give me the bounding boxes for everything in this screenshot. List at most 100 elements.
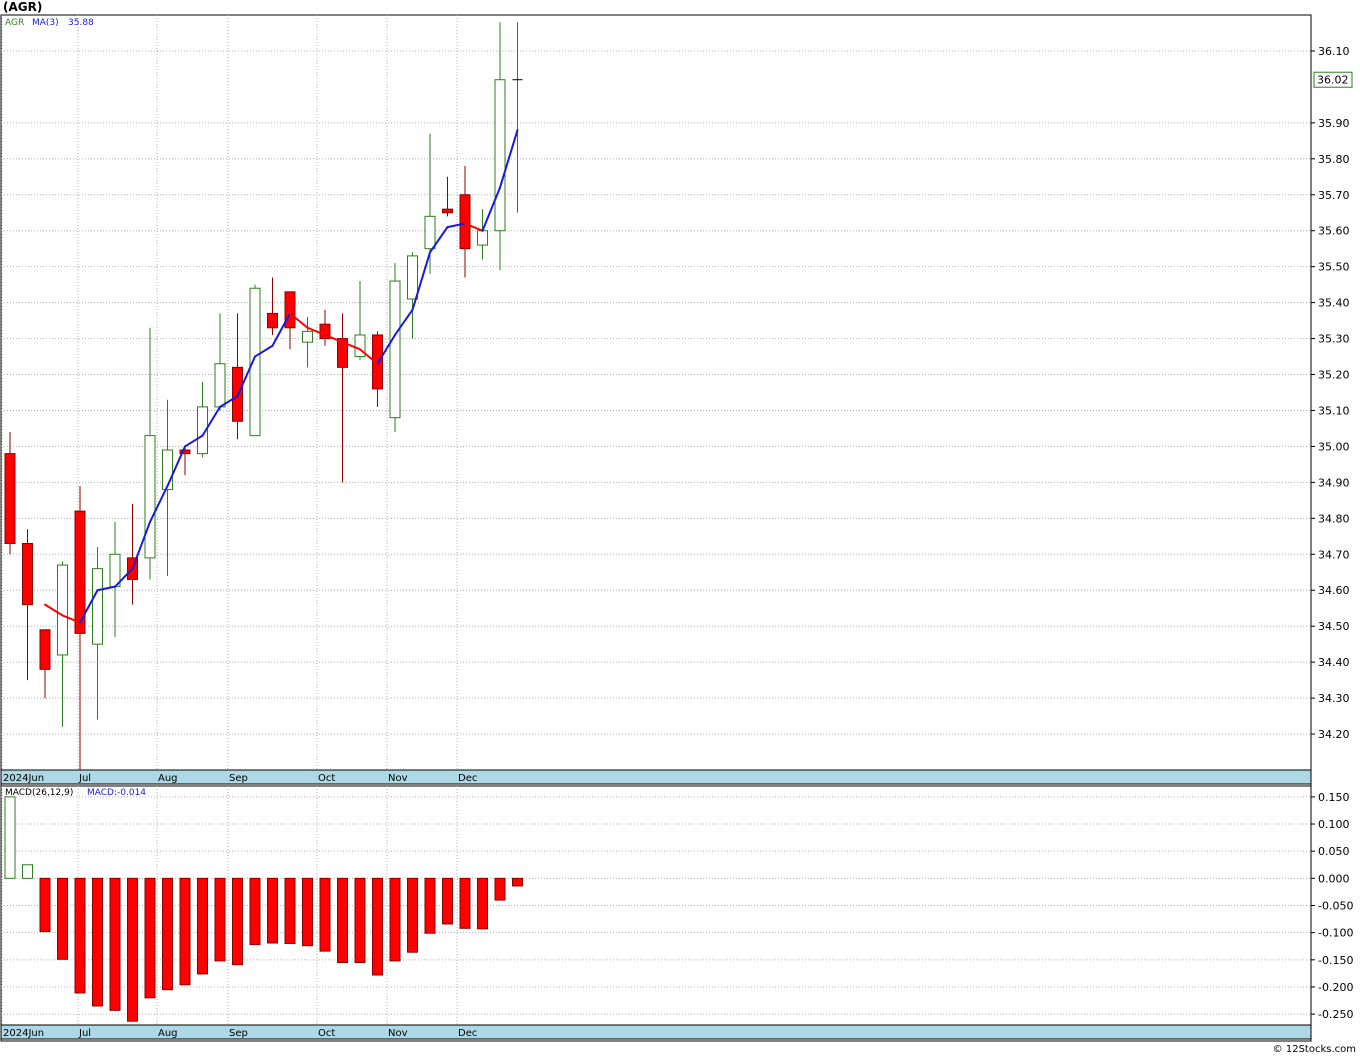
candle-body [22, 543, 33, 606]
macd-bar [109, 877, 121, 1011]
price-y-tick-label: 34.80 [1318, 512, 1350, 525]
macd-x-axis-band [0, 1024, 1312, 1040]
candle-body [459, 194, 471, 250]
macd-bar [372, 877, 383, 976]
macd-y-tick-label: 0.100 [1318, 818, 1350, 831]
macd-bar [354, 877, 366, 964]
price-y-tick-label: 34.70 [1318, 548, 1350, 561]
macd-bar [442, 877, 453, 925]
price-x-tick-label: Jul [78, 773, 91, 784]
macd-y-tick-label: 0.050 [1318, 845, 1350, 858]
macd-bar [57, 877, 68, 960]
price-y-tick-label: 34.60 [1318, 584, 1350, 597]
macd-bar [424, 877, 436, 934]
price-x-tick-label: Aug [158, 773, 178, 784]
macd-bar [319, 877, 331, 952]
price-x-tick-label: Nov [388, 773, 408, 784]
macd-bar [197, 877, 208, 975]
macd-bar [92, 877, 103, 1007]
candle-body [39, 629, 51, 670]
price-y-tick-label: 35.50 [1318, 261, 1350, 274]
macd-bar [267, 877, 278, 944]
macd-y-tick-label: -0.100 [1318, 927, 1353, 940]
price-x-tick-label: Oct [318, 773, 335, 784]
macd-x-tick-label: Aug [158, 1028, 178, 1039]
macd-bar [459, 877, 471, 929]
price-x-tick-label: Dec [458, 773, 477, 784]
site-credit: © 12Stocks.com [1273, 1044, 1356, 1055]
macd-bar [162, 877, 173, 991]
last-price-marker: 36.02 [1313, 71, 1353, 88]
price-y-tick-label: 34.50 [1318, 620, 1350, 633]
last-price-label: 36.02 [1317, 74, 1349, 87]
macd-y-tick-label: 0.000 [1318, 872, 1350, 885]
price-y-tick-label: 35.00 [1318, 440, 1350, 453]
macd-bar [389, 877, 401, 962]
price-y-tick-label: 35.70 [1318, 189, 1350, 202]
macd-bar [249, 877, 261, 946]
macd-bar [302, 877, 313, 947]
macd-bar [22, 864, 33, 879]
macd-bar [4, 796, 16, 879]
candle-body [57, 564, 68, 656]
macd-bar [179, 877, 191, 986]
candle-body [267, 312, 278, 329]
candle-body [302, 330, 313, 343]
macd-bar [407, 877, 418, 953]
price-y-tick-label: 35.20 [1318, 369, 1350, 382]
price-y-tick-label: 35.90 [1318, 117, 1350, 130]
legend-symbol: AGR [5, 18, 24, 28]
macd-bar [144, 877, 156, 999]
macd-bar [127, 877, 138, 1022]
price-x-axis-band [0, 769, 1312, 785]
macd-y-axis: 0.150 0.100 0.050 0.000 -0.050 -0.100 -0.150 -0… [1311, 791, 1353, 1021]
macd-bar [232, 877, 243, 966]
price-y-tick-label: 34.20 [1318, 728, 1350, 741]
macd-x-tick-label: Jul [78, 1028, 91, 1039]
price-legend: AGR MA(3) 35.88 [5, 18, 94, 28]
candle-body [477, 230, 488, 246]
price-y-tick-label: 35.80 [1318, 153, 1350, 166]
macd-y-tick-label: -0.200 [1318, 981, 1353, 994]
price-y-tick-label: 34.40 [1318, 656, 1350, 669]
candle-body [249, 287, 261, 437]
price-y-tick-label: 35.40 [1318, 297, 1350, 310]
candle [249, 284, 261, 437]
macd-bar [39, 877, 51, 933]
candle-body [4, 453, 16, 544]
macd-x-tick-label: 2024Jun [3, 1028, 44, 1039]
candle-body [92, 568, 103, 645]
candle-body [407, 255, 418, 300]
macd-y-tick-label: -0.250 [1318, 1008, 1353, 1021]
price-y-tick-label: 36.10 [1318, 45, 1350, 58]
legend-ma-value: 35.88 [68, 18, 94, 28]
macd-bar [477, 877, 488, 930]
stock-chart: (AGR) 2024Jun Jul Aug Sep Oct Nov Dec 34.2034.… [0, 0, 1356, 1055]
price-x-tick-label: 2024Jun [3, 773, 44, 784]
price-panel [0, 14, 1312, 787]
price-y-tick-label: 35.30 [1318, 333, 1350, 346]
legend-ma-label: MA(3) [32, 18, 59, 28]
price-y-axis: 34.20 34.30 34.40 34.50 34.60 34.70 34.80 34.90… [1311, 45, 1350, 741]
macd-legend-label: MACD(26,12,9) [5, 788, 73, 798]
price-x-tick-label: Sep [229, 773, 248, 784]
macd-bar [74, 877, 86, 994]
macd-x-tick-label: Dec [458, 1028, 477, 1039]
candle-body [494, 79, 506, 232]
price-y-tick-label: 34.90 [1318, 476, 1350, 489]
candle-body [284, 291, 296, 329]
macd-y-tick-label: -0.150 [1318, 954, 1353, 967]
macd-bar [284, 877, 296, 945]
macd-bar [214, 877, 226, 962]
candle-body [424, 215, 436, 250]
price-y-tick-label: 35.60 [1318, 225, 1350, 238]
macd-legend-value: MACD:-0.014 [87, 788, 146, 798]
price-y-tick-label: 34.30 [1318, 692, 1350, 705]
macd-x-tick-label: Nov [388, 1028, 408, 1039]
candle-body [389, 280, 401, 419]
candle-body [442, 208, 453, 214]
macd-x-tick-label: Sep [229, 1028, 248, 1039]
candle-body [214, 363, 226, 408]
candle [389, 263, 401, 433]
chart-title: (AGR) [3, 0, 42, 14]
